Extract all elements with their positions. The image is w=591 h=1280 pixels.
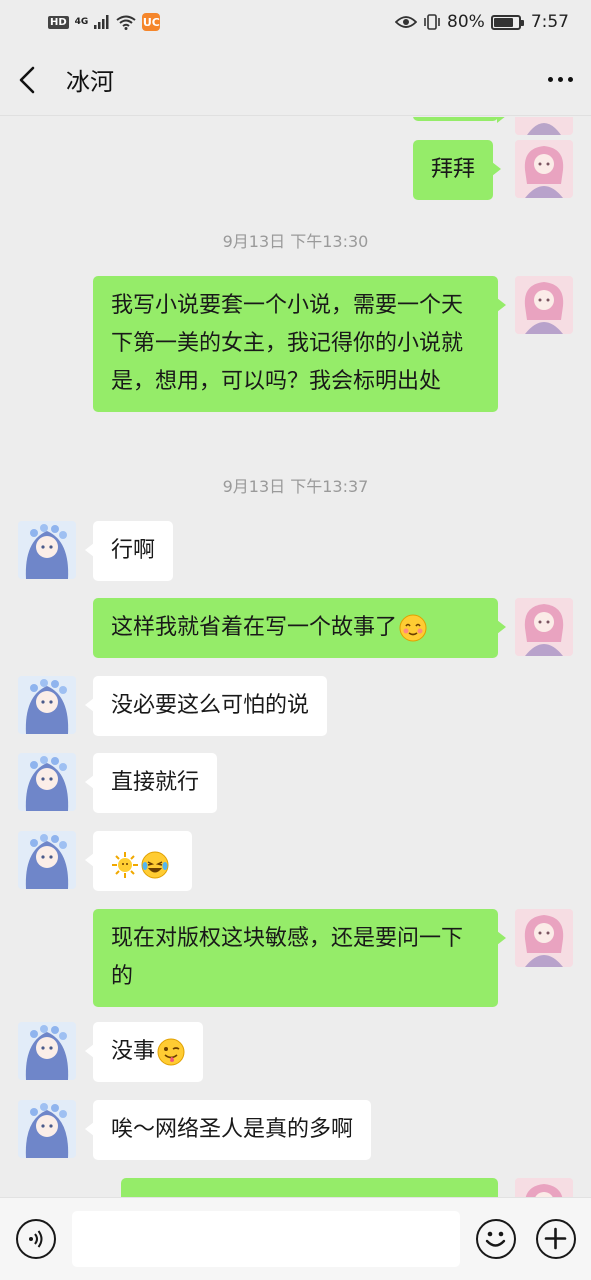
page-title: 冰河 [66,68,114,96]
battery-percent: 80% [447,12,485,32]
more-dot-icon [568,77,573,82]
message-bubble-self[interactable] [413,117,506,123]
vibrate-icon [424,14,440,30]
voice-wave-icon [29,1230,43,1248]
contact-avatar[interactable] [18,753,76,811]
more-options-button[interactable] [533,60,573,100]
signal-icon [94,15,109,29]
my-avatar[interactable] [515,909,573,967]
message-bubble-self[interactable]: 现在对版权这块敏感，还是要问一下的 [93,909,506,1007]
message-bubble-self[interactable]: 拜拜 [413,140,502,200]
avatar-girl-pink-icon [515,909,573,967]
timestamp: 9月13日 下午13:37 [222,477,369,496]
avatar-girl-blue-icon [18,1100,76,1158]
avatar-girl-pink-icon [515,117,573,135]
avatar-girl-blue-icon [18,521,76,579]
message-bubble-other[interactable]: 行啊 [84,521,174,581]
message-text: 直接就行 [111,770,200,795]
message-text: 拜拜 [431,157,476,182]
my-avatar[interactable] [515,276,573,334]
message-text: 没事 [111,1039,156,1064]
message-bubble-other[interactable]: 没必要这么可怕的说 [84,676,328,736]
message-text: 没必要这么可怕的说 [111,693,310,718]
message-bubble-other[interactable]: 直接就行 [84,753,218,813]
my-avatar[interactable] [515,1178,573,1197]
status-time: 7:57 [530,12,569,32]
message-bubble-self[interactable]: 我写小说要套一个小说，需要一个天下第一美的女主，我记得你的小说就是，想用，可以吗… [93,276,506,412]
avatar-girl-blue-icon [18,831,76,889]
avatar-girl-blue-icon [18,676,76,734]
contact-avatar[interactable] [18,1100,76,1158]
message-text: 这样我就省着在写一个故事了 [111,615,398,640]
blushing-face-emoji-icon [399,614,427,642]
emoji-button[interactable] [476,1219,516,1259]
message-input-bar [0,1197,591,1280]
message-text: 现在对版权这块敏感，还是要问一下的 [111,926,464,989]
message-bubble-other[interactable]: 没事 [84,1022,204,1082]
message-bubble-self[interactable]: 这样我就省着在写一个故事了 [93,598,506,658]
message-input[interactable] [72,1211,460,1267]
avatar-girl-blue-icon [18,1022,76,1080]
avatar-girl-pink-icon [515,140,573,198]
contact-avatar[interactable] [18,1022,76,1080]
network-type: 4G [74,16,89,27]
eye-icon [395,16,418,28]
message-bubble-self[interactable] [121,1178,498,1197]
chat-messages[interactable]: 拜拜 9月13日 下午13:30 我写小说要套一个小说，需要一个天下第一美的女主… [0,117,591,1197]
smiley-icon [485,1231,506,1247]
more-functions-button[interactable] [536,1219,576,1259]
chat-header: 冰河 [0,44,591,116]
message-text: 唉～网络圣人是真的多啊 [111,1117,354,1142]
message-bubble-other[interactable]: 唉～网络圣人是真的多啊 [84,1100,372,1160]
more-dot-icon [558,77,563,82]
avatar-girl-blue-icon [18,753,76,811]
status-bar: HD 4G UC 80% 7:57 [0,0,591,44]
status-right: 80% 7:57 [395,12,569,32]
contact-avatar[interactable] [18,676,76,734]
hd-badge: HD [48,15,69,29]
chevron-left-icon [19,66,35,93]
contact-avatar[interactable] [18,831,76,889]
timestamp: 9月13日 下午13:30 [222,232,369,251]
my-avatar[interactable] [515,598,573,656]
avatar-girl-pink-icon [515,1178,573,1197]
status-left: HD 4G UC [48,13,161,31]
message-text: 行啊 [111,538,156,563]
back-button[interactable] [18,60,46,100]
my-avatar[interactable] [515,140,573,198]
message-text: 我写小说要套一个小说，需要一个天下第一美的女主，我记得你的小说就是，想用，可以吗… [111,293,464,394]
winking-tongue-emoji-icon [157,1038,185,1066]
avatar-girl-pink-icon [515,276,573,334]
battery-icon [490,14,524,30]
contact-avatar[interactable] [18,521,76,579]
more-dot-icon [548,77,553,82]
laughing-tears-emoji-icon [141,851,169,879]
sun-emoji-icon [112,852,138,878]
uc-browser-icon: UC [142,13,161,31]
avatar-girl-pink-icon [515,598,573,656]
voice-input-button[interactable] [16,1219,56,1259]
plus-icon [544,1227,567,1250]
my-avatar[interactable] [515,117,573,135]
wifi-icon [116,15,136,30]
message-bubble-other[interactable] [85,831,192,891]
